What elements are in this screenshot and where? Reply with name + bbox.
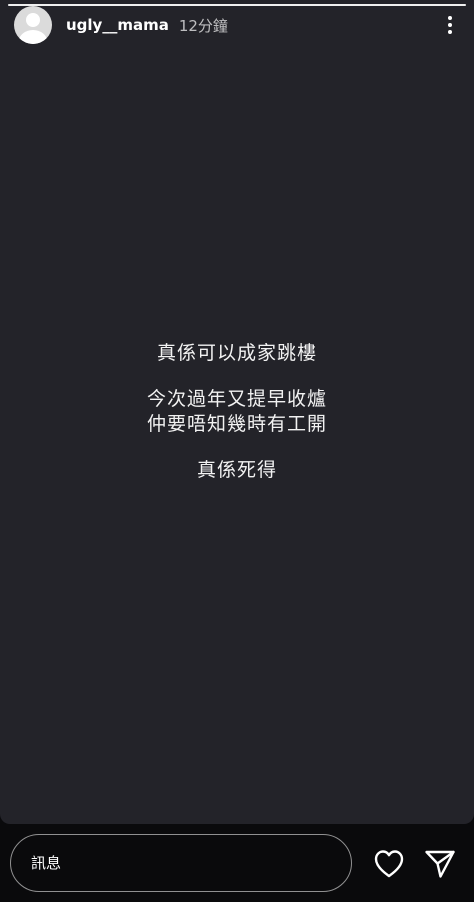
story-text-line: 真係可以成家跳樓 <box>156 342 317 364</box>
more-vertical-icon <box>448 16 452 20</box>
reply-bar <box>0 824 474 902</box>
message-input[interactable] <box>10 834 352 892</box>
story-text-line: 真係死得 <box>196 459 277 481</box>
story-text-line: 仲要唔知幾時有工開 <box>146 413 327 435</box>
username[interactable]: ugly__mama <box>66 16 169 34</box>
like-button[interactable] <box>373 849 405 879</box>
heart-icon <box>374 850 404 878</box>
more-options-button[interactable] <box>440 11 460 39</box>
story-viewer[interactable]: ugly__mama 12分鐘 真係可以成家跳樓 今次過年又提早收爐 仲要唔知幾… <box>0 0 474 824</box>
story-header: ugly__mama 12分鐘 <box>14 6 460 44</box>
story-text-line: 今次過年又提早收爐 <box>146 388 327 410</box>
story-timestamp: 12分鐘 <box>178 16 228 35</box>
avatar[interactable] <box>14 6 52 44</box>
send-button[interactable] <box>424 849 456 879</box>
send-icon <box>425 850 455 878</box>
